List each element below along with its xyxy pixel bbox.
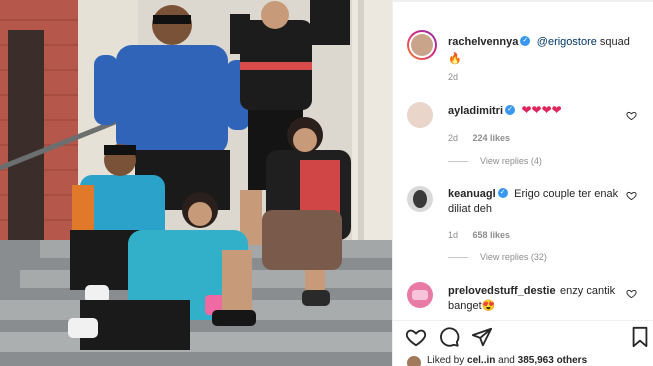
- replies-line: [448, 257, 468, 259]
- top-divider: [393, 0, 653, 2]
- view-replies-label: View replies (4): [480, 156, 542, 166]
- comment-meta: 1d 658 likes: [448, 225, 510, 243]
- comment-likes[interactable]: 658 likes: [472, 230, 510, 240]
- post-photo-illustration: [0, 0, 392, 366]
- comment-username[interactable]: keanuagl: [448, 188, 496, 200]
- liked-count[interactable]: 385,963 others: [518, 355, 588, 366]
- liked-by[interactable]: Liked by cel..in and 385,963 others: [427, 355, 587, 366]
- replies-line: [448, 161, 468, 163]
- comment-avatar-keanuagl[interactable]: [407, 186, 433, 212]
- caption: rachelvennya ✓ @erigostore squad 🔥: [448, 33, 648, 67]
- comment-username[interactable]: prelovedstuff_destie: [448, 285, 556, 297]
- like-icon[interactable]: [405, 326, 427, 348]
- share-icon[interactable]: [471, 326, 493, 348]
- verified-icon: ✓: [505, 104, 516, 115]
- like-comment-icon[interactable]: [626, 190, 637, 201]
- caption-username[interactable]: rachelvennya: [448, 36, 518, 48]
- liked-by-avatar: [407, 356, 421, 366]
- comment-text: ❤❤❤❤: [521, 103, 562, 117]
- comment-meta: 2d 224 likes: [448, 128, 510, 146]
- comment-avatar-ayladimitri[interactable]: [407, 102, 433, 128]
- comment-prelovedstuff: prelovedstuff_destie enzy cantik banget😍: [448, 283, 628, 313]
- view-replies-button[interactable]: View replies (4): [448, 156, 542, 166]
- view-replies-label: View replies (32): [480, 252, 547, 262]
- comment-username[interactable]: ayladimitri: [448, 105, 503, 117]
- comment-icon[interactable]: [438, 326, 460, 348]
- caption-mention[interactable]: @erigostore: [537, 36, 597, 48]
- verified-icon: ✓: [497, 187, 508, 198]
- liked-user[interactable]: cel..in: [467, 355, 495, 366]
- comment-avatar-prelovedstuff[interactable]: [407, 282, 433, 308]
- bookmark-icon[interactable]: [629, 326, 651, 348]
- comment-age: 2d: [448, 133, 459, 143]
- comment-keanuagl: keanuagl ✓ Erigo couple ter enak diliat d…: [448, 186, 623, 216]
- comment-ayladimitri: ayladimitri ✓ ❤❤❤❤: [448, 103, 623, 118]
- comments-panel: rachelvennya ✓ @erigostore squad 🔥 2d ayl…: [392, 0, 653, 366]
- comment-likes[interactable]: 224 likes: [472, 133, 510, 143]
- actions-divider: [393, 320, 653, 321]
- like-comment-icon[interactable]: [626, 288, 637, 299]
- post-photo[interactable]: [0, 0, 392, 366]
- author-avatar[interactable]: [407, 30, 437, 60]
- comment-age: 1d: [448, 230, 459, 240]
- liked-prefix: Liked by: [427, 355, 465, 366]
- fire-emoji: 🔥: [448, 53, 462, 65]
- verified-icon: ✓: [520, 35, 531, 46]
- like-comment-icon[interactable]: [626, 110, 637, 121]
- liked-and: and: [498, 355, 515, 366]
- caption-text: squad: [596, 36, 630, 48]
- view-replies-button[interactable]: View replies (32): [448, 252, 547, 262]
- caption-age: 2d: [448, 72, 459, 82]
